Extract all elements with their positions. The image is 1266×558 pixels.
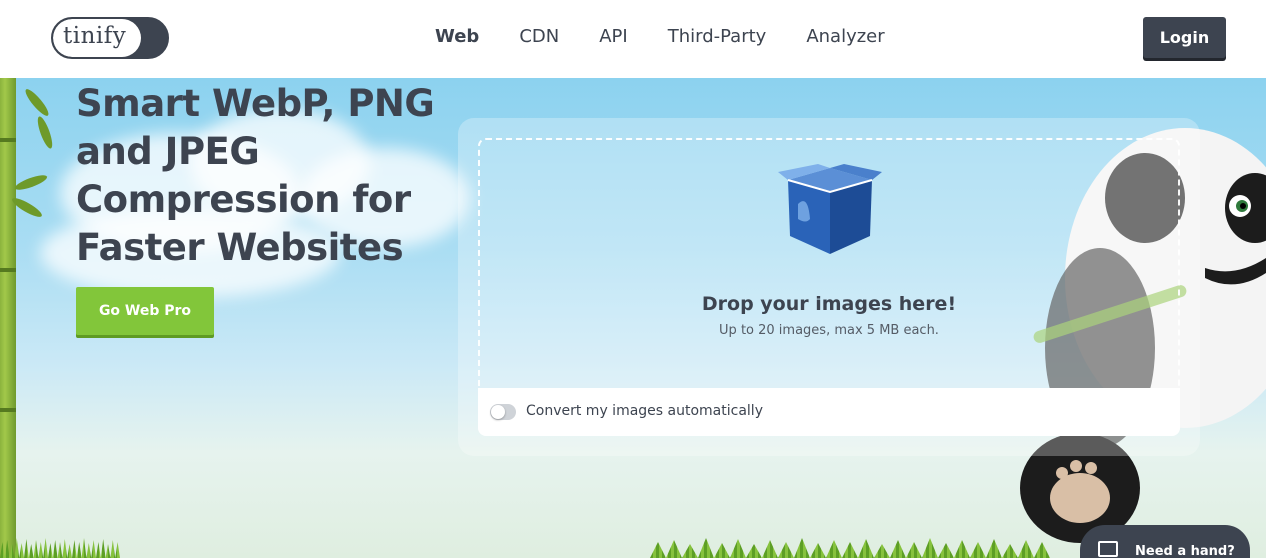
grass-decoration <box>0 538 120 558</box>
bamboo-leaf <box>34 114 56 151</box>
dropzone-title: Drop your images here! <box>701 293 957 315</box>
box-icon <box>778 164 882 254</box>
go-web-pro-button[interactable]: Go Web Pro <box>76 287 214 335</box>
help-label: Need a hand? <box>1135 544 1235 558</box>
tinify-logo[interactable]: tinify <box>51 17 169 59</box>
site-header: tinify Web CDN API Third-Party Analyzer … <box>0 0 1266 78</box>
bamboo-leaf <box>13 172 49 193</box>
bamboo-leaf <box>22 86 52 119</box>
main-nav: Web CDN API Third-Party Analyzer <box>435 26 925 47</box>
convert-toggle[interactable] <box>490 404 516 420</box>
login-button[interactable]: Login <box>1143 17 1226 58</box>
bamboo-decoration <box>0 78 16 558</box>
toggle-knob <box>491 405 505 419</box>
nav-third-party[interactable]: Third-Party <box>668 26 767 47</box>
grass-decoration <box>650 538 1050 558</box>
logo-text: tinify <box>63 23 127 49</box>
nav-cdn[interactable]: CDN <box>519 26 559 47</box>
need-a-hand-button[interactable]: Need a hand? <box>1080 525 1250 558</box>
hero-headline: Smart WebP, PNG and JPEG Compression for… <box>76 82 435 269</box>
chat-icon <box>1098 541 1118 557</box>
nav-analyzer[interactable]: Analyzer <box>806 26 884 47</box>
convert-label: Convert my images automatically <box>526 403 763 419</box>
nav-web[interactable]: Web <box>435 26 479 47</box>
convert-options-bar: Convert my images automatically <box>478 388 1180 436</box>
nav-api[interactable]: API <box>599 26 627 47</box>
dropzone-subtitle: Up to 20 images, max 5 MB each. <box>719 323 939 338</box>
